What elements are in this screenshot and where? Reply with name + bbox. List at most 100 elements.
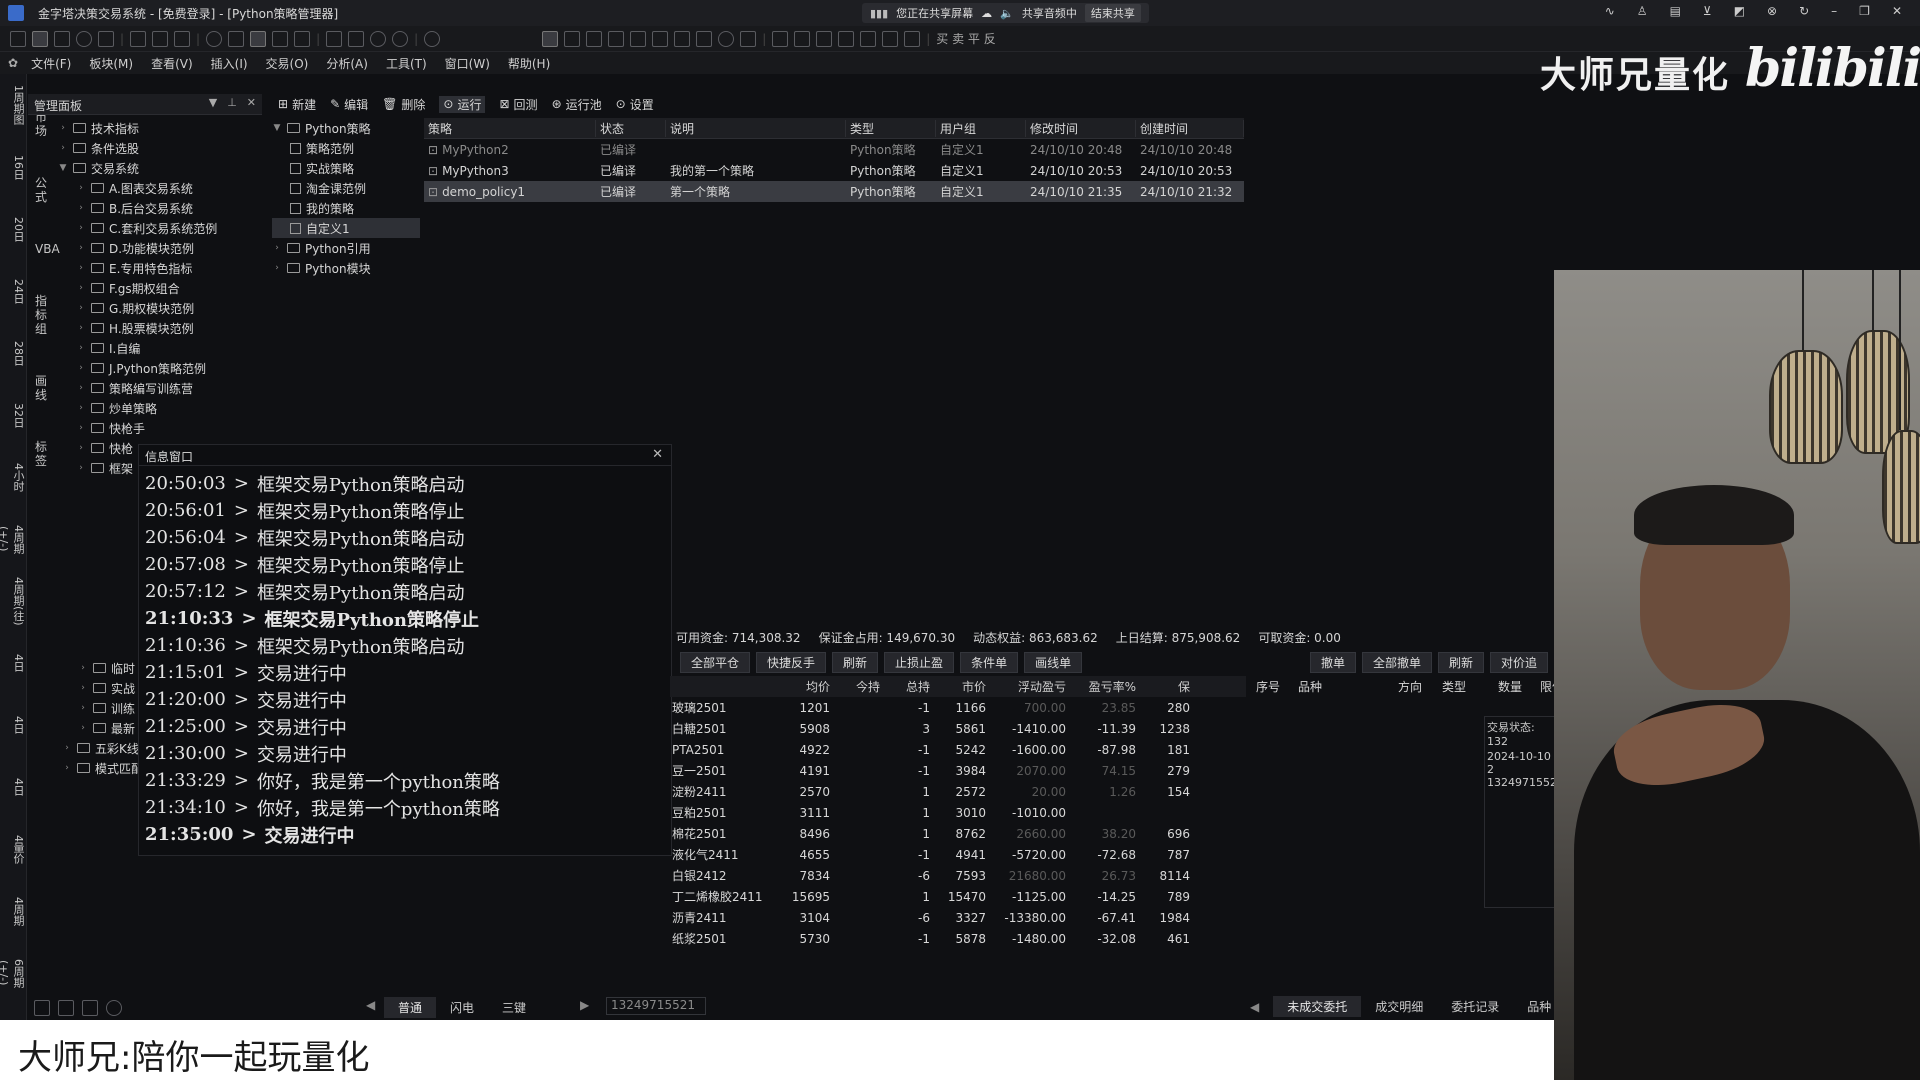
chevron-right-icon[interactable]: › <box>76 343 86 353</box>
trade-shortcuts[interactable]: 买 卖 平 反 <box>936 30 995 47</box>
chevron-right-icon[interactable]: › <box>76 383 86 393</box>
share-settings-icon[interactable]: ☁ <box>981 7 992 20</box>
link-tool-icon[interactable] <box>32 30 48 47</box>
gear-icon[interactable] <box>424 30 441 47</box>
period-tab[interactable]: 6周期(+/-) <box>0 942 26 1004</box>
period-tab[interactable]: 4小时 <box>0 446 26 508</box>
wave-tool-icon[interactable] <box>630 30 647 47</box>
play-icon[interactable] <box>206 30 223 47</box>
position-row[interactable]: 白银2412 7834 -6 7593 21680.00 26.73 8114 <box>670 865 1246 886</box>
menu-insert[interactable]: 插入(I) <box>202 55 257 72</box>
column-header[interactable]: 用户组 <box>936 119 1026 137</box>
rect-tool-icon[interactable] <box>696 30 713 47</box>
chevron-right-icon[interactable]: › <box>62 763 72 773</box>
position-row[interactable]: 豆一2501 4191 -1 3984 2070.00 74.15 279 <box>670 760 1246 781</box>
position-row[interactable]: 纸浆2501 5730 -1 5878 -1480.00 -32.08 461 <box>670 928 1246 949</box>
pin-icon[interactable]: ⊥ <box>227 96 237 109</box>
scroll-left-icon[interactable]: ◀ <box>366 998 375 1012</box>
tree-item[interactable]: ▼ 交易系统 <box>58 158 262 178</box>
column-header[interactable]: 说明 <box>666 119 846 137</box>
menu-view[interactable]: 查看(V) <box>142 55 202 72</box>
restore-button[interactable]: ❐ <box>1859 4 1870 18</box>
menu-analysis[interactable]: 分析(A) <box>317 55 377 72</box>
period-tab[interactable]: 4量价 <box>0 818 26 880</box>
column-header[interactable]: 今持 <box>836 678 886 695</box>
download-icon[interactable] <box>54 30 70 47</box>
period-tab[interactable]: 4周期(+/-) <box>0 508 26 570</box>
tree-view-icon[interactable] <box>34 1000 50 1016</box>
period-tab[interactable]: 16日 <box>0 136 26 198</box>
scroll-left-icon[interactable]: ◀ <box>1250 1000 1259 1014</box>
cart-icon[interactable]: ⊻ <box>1703 4 1712 18</box>
column-header[interactable]: 总持 <box>886 678 936 695</box>
column-header[interactable]: 盈亏率% <box>1072 678 1142 695</box>
column-header[interactable]: 策略 <box>424 119 596 137</box>
position-action-button[interactable]: 刷新 <box>832 652 879 673</box>
chevron-right-icon[interactable]: › <box>76 283 86 293</box>
ruler-icon[interactable] <box>882 30 899 47</box>
close-icon[interactable]: ✕ <box>247 96 256 109</box>
side-tab[interactable]: 画线 <box>35 374 49 402</box>
channel-tool-icon[interactable] <box>586 30 603 47</box>
bell-icon[interactable] <box>152 30 169 47</box>
tree-item[interactable]: › C.套利交易系统范例 <box>58 218 262 238</box>
chevron-right-icon[interactable]: › <box>76 403 86 413</box>
share-audio-status[interactable]: 共享音频中 <box>1022 5 1077 21</box>
line-tool-icon[interactable] <box>564 30 581 47</box>
position-row[interactable]: PTA2501 4922 -1 5242 -1600.00 -87.98 181 <box>670 739 1246 760</box>
column-header[interactable]: 类型 <box>846 119 936 137</box>
tree-item[interactable]: › 快枪手 <box>58 418 262 438</box>
menu-sector[interactable]: 板块(M) <box>80 55 142 72</box>
period-tab[interactable]: 32日 <box>0 384 26 446</box>
tree-item[interactable]: › I.自编 <box>58 338 262 358</box>
angle-tool-icon[interactable] <box>674 30 691 47</box>
close-icon[interactable]: ✕ <box>652 447 663 462</box>
period-tab[interactable]: 28日 <box>0 322 26 384</box>
position-action-button[interactable]: 画线单 <box>1024 652 1083 673</box>
tree-item[interactable]: › 炒单策略 <box>58 398 262 418</box>
chevron-right-icon[interactable]: › <box>272 263 282 273</box>
action-delete-button[interactable]: 🗑 删除 <box>382 96 425 113</box>
column-header[interactable]: 类型 <box>1438 678 1494 695</box>
period-tab[interactable]: 4日 <box>0 756 26 818</box>
python-tree-item[interactable]: › Python引用 <box>272 238 420 258</box>
chevron-right-icon[interactable]: › <box>58 123 68 133</box>
period-tool-icon[interactable] <box>608 30 625 47</box>
position-row[interactable]: 淀粉2411 2570 1 2572 20.00 1.26 154 <box>670 781 1246 802</box>
chevron-right-icon[interactable]: › <box>76 363 86 373</box>
account-id-field[interactable]: 13249715521 <box>606 997 706 1015</box>
cursor-tool-icon[interactable] <box>542 30 559 47</box>
chevron-right-icon[interactable]: › <box>272 243 282 253</box>
column-header[interactable]: 方向 <box>1394 678 1438 695</box>
side-tab[interactable]: VBA <box>35 242 60 256</box>
order-mode-tab[interactable]: 三键 <box>488 997 540 1018</box>
zoom-out-icon[interactable] <box>392 30 409 47</box>
chevron-right-icon[interactable]: › <box>78 703 88 713</box>
tree-item[interactable]: › A.图表交易系统 <box>58 178 262 198</box>
menu-window[interactable]: 窗口(W) <box>436 55 499 72</box>
position-row[interactable]: 沥青2411 3104 -6 3327 -13380.00 -67.41 1984 <box>670 907 1246 928</box>
text-tool-icon[interactable] <box>740 30 757 47</box>
order-action-button[interactable]: 刷新 <box>1438 652 1485 673</box>
chevron-right-icon[interactable]: › <box>76 323 86 333</box>
side-tab[interactable]: 公式 <box>35 176 49 204</box>
chevron-right-icon[interactable]: › <box>78 663 88 673</box>
action-edit-button[interactable]: ✎ 编辑 <box>330 96 368 113</box>
copy-icon[interactable] <box>794 30 811 47</box>
stop-share-button[interactable]: 结束共享 <box>1084 4 1141 22</box>
column-header[interactable]: 序号 <box>1252 678 1294 695</box>
order-action-button[interactable]: 撤单 <box>1310 652 1357 673</box>
chevron-right-icon[interactable]: › <box>76 463 86 473</box>
position-action-button[interactable]: 全部平仓 <box>680 652 751 673</box>
tree-item[interactable]: › 策略编写训练营 <box>58 378 262 398</box>
action-backtest-button[interactable]: ⊠ 回测 <box>499 96 537 113</box>
menu-help[interactable]: 帮助(H) <box>499 55 559 72</box>
news-icon[interactable]: ▤ <box>1670 4 1681 18</box>
period-tab[interactable]: 4日 <box>0 632 26 694</box>
side-tab[interactable]: 标签 <box>35 440 49 468</box>
period-tab[interactable]: 4周期 <box>0 880 26 942</box>
filter-icon[interactable] <box>272 30 289 47</box>
record-tab[interactable]: 成交明细 <box>1361 996 1437 1017</box>
column-header[interactable]: 状态 <box>596 119 666 137</box>
action-settings-button[interactable]: ⊙ 设置 <box>616 96 654 113</box>
